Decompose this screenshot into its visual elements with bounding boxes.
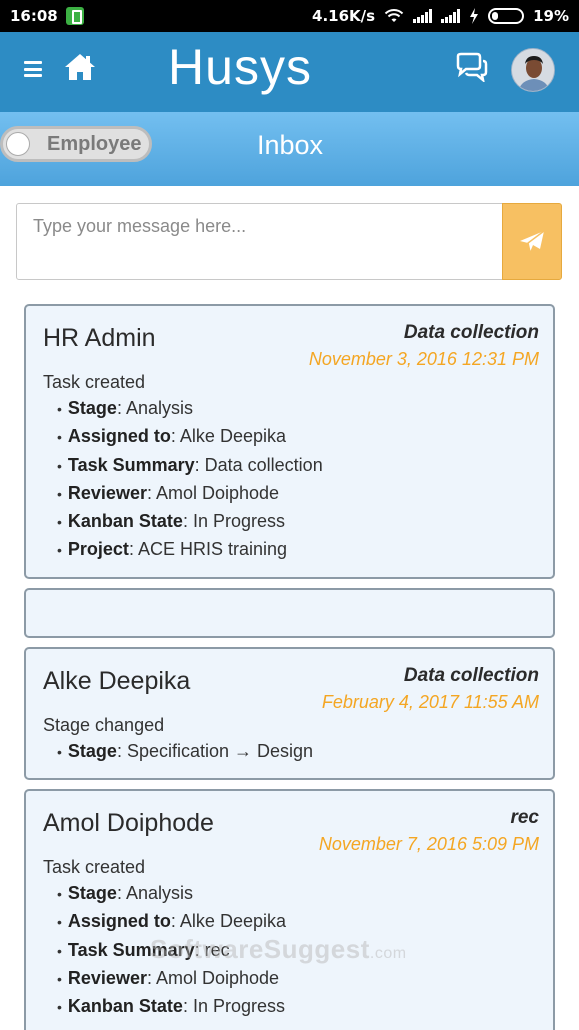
detail-value: : ACE HRIS training xyxy=(128,539,287,560)
message-topic[interactable]: Data collection xyxy=(404,322,539,344)
battery-percent: 19% xyxy=(533,7,569,25)
message-input[interactable] xyxy=(16,203,503,280)
detail-key: Stage xyxy=(67,883,117,904)
avatar[interactable] xyxy=(511,48,555,92)
detail-value: : Specification → Design xyxy=(116,740,314,761)
detail-key: Task Summary xyxy=(67,939,195,960)
wifi-icon xyxy=(384,9,404,22)
app-title: Husys xyxy=(168,39,312,95)
detail-key: Reviewer xyxy=(67,967,147,988)
toggle-label: Employee xyxy=(47,133,142,155)
detail-key: Stage xyxy=(67,740,117,761)
detail-value: : Analysis xyxy=(116,883,193,904)
status-bar: 16:08 4.16K/s 19% xyxy=(0,0,579,32)
battery-saver-icon xyxy=(65,7,84,25)
network-speed: 4.16K/s xyxy=(312,7,376,25)
detail-value: : Alke Deepika xyxy=(170,911,286,932)
detail-value: : Data collection xyxy=(194,454,323,475)
message-action: Task created xyxy=(43,372,146,392)
message-feed: Data collection HR Admin November 3, 201… xyxy=(24,304,555,1030)
message-action: Task created xyxy=(43,857,146,878)
detail-list: Stage: Analysis Assigned to: Alke Deepik… xyxy=(43,880,537,1021)
detail-value: : Analysis xyxy=(116,398,193,418)
send-icon xyxy=(520,229,545,252)
detail-item: Project: ACE HRIS training xyxy=(43,536,537,564)
message-card[interactable]: Data collection Alke Deepika February 4,… xyxy=(24,646,555,781)
detail-key: Kanban State xyxy=(67,996,183,1017)
detail-value: : Amol Doiphode xyxy=(146,967,280,988)
detail-key: Assigned to xyxy=(67,911,171,932)
detail-item: Stage: Analysis xyxy=(43,880,537,908)
detail-value: : In Progress xyxy=(182,996,285,1017)
detail-item: Stage: Specification → Design xyxy=(43,738,537,766)
detail-key: Assigned to xyxy=(67,426,171,447)
detail-key: Stage xyxy=(67,398,117,418)
empty-message-card[interactable] xyxy=(24,587,555,638)
detail-item: Reviewer: Amol Doiphode xyxy=(43,965,537,993)
detail-list: Stage: Specification → Design xyxy=(43,738,537,766)
detail-value: : In Progress xyxy=(182,511,285,532)
message-card[interactable]: rec Amol Doiphode November 7, 2016 5:09 … xyxy=(24,789,555,1030)
app-header: Husys xyxy=(0,32,579,112)
message-topic[interactable]: rec xyxy=(510,807,539,829)
detail-item: Kanban State: In Progress xyxy=(43,993,537,1021)
detail-item: Kanban State: In Progress xyxy=(43,508,537,536)
detail-list: Stage: Analysis Assigned to: Alke Deepik… xyxy=(43,395,537,565)
avatar-photo xyxy=(512,49,554,91)
message-composer xyxy=(16,203,562,280)
detail-key: Reviewer xyxy=(67,482,147,503)
status-time: 16:08 xyxy=(10,7,58,25)
sub-header: Employee Inbox xyxy=(0,112,579,186)
detail-value: : rec xyxy=(194,939,230,960)
detail-item: Reviewer: Amol Doiphode xyxy=(43,480,537,508)
charging-icon xyxy=(470,8,479,24)
menu-icon[interactable] xyxy=(24,61,42,77)
message-card[interactable]: Data collection HR Admin November 3, 201… xyxy=(24,304,555,579)
detail-key: Kanban State xyxy=(67,511,183,532)
message-action: Stage changed xyxy=(43,714,165,735)
detail-key: Project xyxy=(67,539,129,560)
detail-item: Stage: Analysis xyxy=(43,395,537,423)
detail-item: Assigned to: Alke Deepika xyxy=(43,423,537,451)
detail-key: Task Summary xyxy=(67,454,195,475)
employee-toggle[interactable]: Employee xyxy=(0,126,152,162)
detail-value: : Amol Doiphode xyxy=(146,482,280,503)
message-topic[interactable]: Data collection xyxy=(404,665,539,687)
battery-icon xyxy=(488,8,525,24)
page-title: Inbox xyxy=(256,130,324,160)
signal-icon xyxy=(413,9,433,23)
app-screen: 16:08 4.16K/s 19% Husys Employee Inbox T… xyxy=(0,0,579,1030)
detail-item: Task Summary: rec xyxy=(43,937,537,965)
chat-icon[interactable] xyxy=(454,52,490,82)
toggle-knob xyxy=(6,132,30,156)
detail-value: : Alke Deepika xyxy=(170,426,286,447)
signal-icon xyxy=(441,9,461,23)
send-button[interactable] xyxy=(502,203,562,280)
detail-item: Assigned to: Alke Deepika xyxy=(43,908,537,936)
detail-item: Task Summary: Data collection xyxy=(43,452,537,480)
home-icon[interactable] xyxy=(64,52,96,82)
